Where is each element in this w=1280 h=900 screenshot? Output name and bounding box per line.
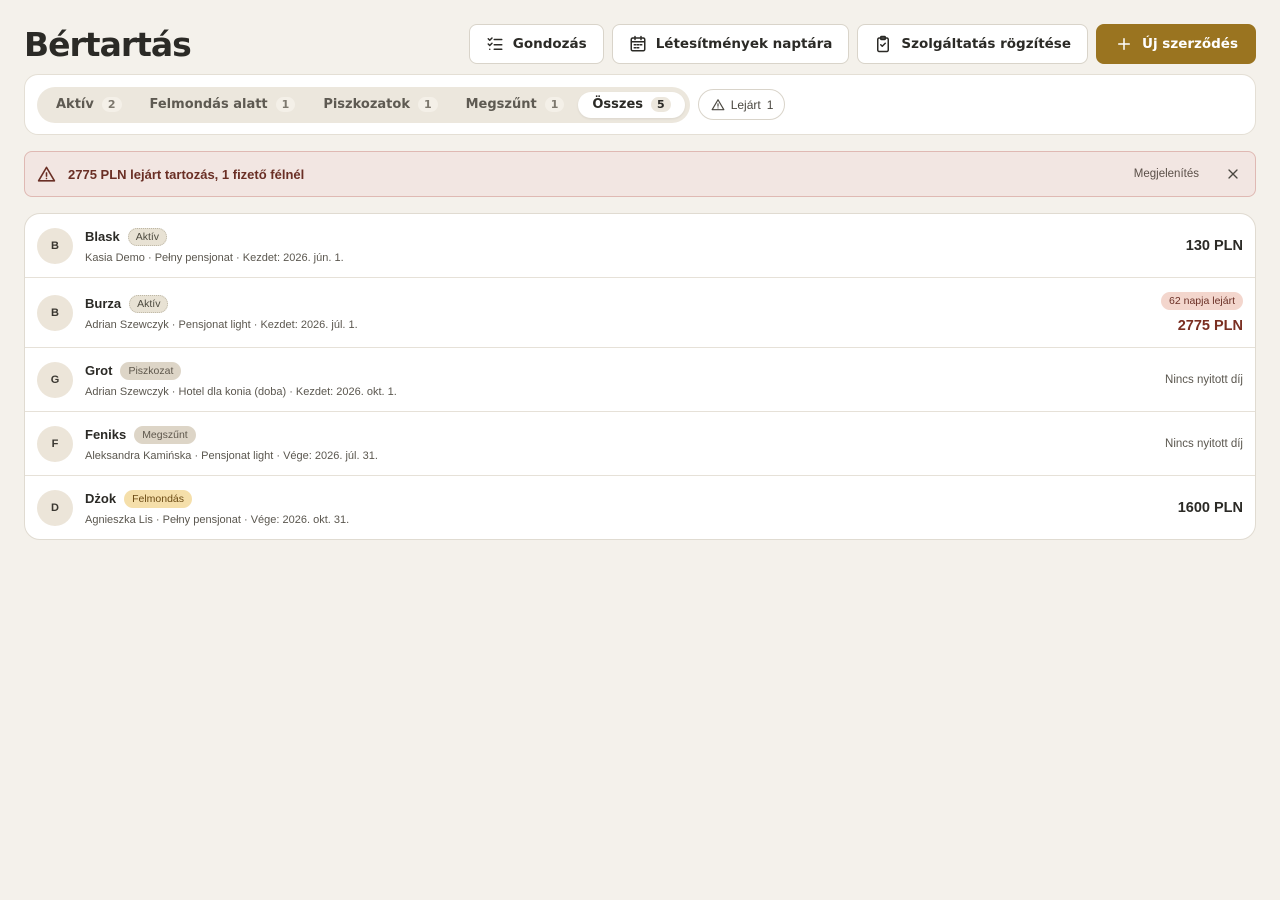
horse-name: Blask xyxy=(85,229,120,244)
contract-info: Blask Aktív Kasia Demo · Pełny pensjonat… xyxy=(85,227,1186,264)
tab-label: Aktív xyxy=(56,97,94,112)
avatar: B xyxy=(37,227,73,264)
list-item[interactable]: B Burza Aktív Adrian Szewczyk · Pensjona… xyxy=(25,278,1255,348)
header-actions: Gondozás Létesítmények naptára Szolgálta… xyxy=(468,24,1256,64)
contract-right: 130 PLN xyxy=(1186,238,1243,254)
tab-count: 1 xyxy=(275,97,296,112)
status-badge: Piszkozat xyxy=(120,361,182,380)
contract-meta: Adrian Szewczyk · Hotel dla konia (doba)… xyxy=(85,385,397,398)
contract-right: Nincs nyitott díj xyxy=(1165,374,1243,386)
close-icon[interactable] xyxy=(1225,166,1241,182)
tab-count: 1 xyxy=(417,97,438,112)
avatar: D xyxy=(37,489,73,526)
avatar: F xyxy=(37,425,73,462)
tab-label: Felmondás alatt xyxy=(149,97,268,112)
calendar-icon xyxy=(630,35,646,52)
tab-label: Összes xyxy=(592,97,644,112)
horse-name: Feniks xyxy=(85,427,127,442)
new-contract-button[interactable]: Új szerződés xyxy=(1096,24,1256,64)
list-item[interactable]: F Feniks Megszűnt Aleksandra Kamińska · … xyxy=(25,412,1255,476)
page-title: Bértartás xyxy=(24,24,192,64)
overdue-alert: 2775 PLN lejárt tartozás, 1 fizető félné… xyxy=(24,151,1256,197)
overdue-filter-chip[interactable]: Lejárt 1 xyxy=(697,89,786,120)
care-button-label: Gondozás xyxy=(512,36,587,52)
status-badge: Aktív xyxy=(129,294,169,313)
clipboard-check-icon xyxy=(877,35,890,53)
contract-meta: Adrian Szewczyk · Pensjonat light · Kezd… xyxy=(85,318,358,331)
contract-right: Nincs nyitott díj xyxy=(1165,438,1243,450)
amount: 2775 PLN xyxy=(1177,317,1243,334)
contract-meta: Agnieszka Lis · Pełny pensjonat · Vége: … xyxy=(85,513,350,526)
status-badge: Megszűnt xyxy=(134,425,196,444)
overdue-badge: 62 napja lejárt xyxy=(1161,291,1243,310)
checklist-icon xyxy=(487,37,503,50)
status-badge: Felmondás xyxy=(124,489,193,508)
amount: 130 PLN xyxy=(1185,237,1243,254)
no-open-fee: Nincs nyitott díj xyxy=(1165,373,1243,386)
status-tabs: Aktív 2 Felmondás alatt 1 Piszkozatok 1 … xyxy=(37,86,690,123)
contract-info: Dżok Felmondás Agnieszka Lis · Pełny pen… xyxy=(85,489,1178,526)
tab-count: 5 xyxy=(651,97,671,112)
list-item[interactable]: B Blask Aktív Kasia Demo · Pełny pensjon… xyxy=(25,214,1255,278)
alert-message: 2775 PLN lejárt tartozás, 1 fizető félné… xyxy=(68,166,305,182)
tab-label: Piszkozatok xyxy=(323,97,410,112)
horse-name: Dżok xyxy=(85,491,117,506)
new-contract-label: Új szerződés xyxy=(1142,36,1238,52)
page-header: Bértartás Gondozás Létesítmények naptára… xyxy=(24,24,1256,64)
contract-right: 1600 PLN xyxy=(1178,500,1243,516)
avatar: B xyxy=(37,294,73,331)
tab-all[interactable]: Összes 5 xyxy=(578,91,685,118)
horse-name: Grot xyxy=(85,363,113,378)
warning-icon xyxy=(711,98,725,110)
tab-count: 1 xyxy=(544,97,565,112)
horse-name: Burza xyxy=(85,296,122,311)
list-item[interactable]: G Grot Piszkozat Adrian Szewczyk · Hotel… xyxy=(25,348,1255,412)
tab-active[interactable]: Aktív 2 xyxy=(42,92,136,118)
contract-meta: Kasia Demo · Pełny pensjonat · Kezdet: 2… xyxy=(85,251,344,264)
contract-info: Burza Aktív Adrian Szewczyk · Pensjonat … xyxy=(85,294,1161,331)
filter-bar: Aktív 2 Felmondás alatt 1 Piszkozatok 1 … xyxy=(24,74,1256,135)
contract-info: Grot Piszkozat Adrian Szewczyk · Hotel d… xyxy=(85,361,1165,398)
list-item[interactable]: D Dżok Felmondás Agnieszka Lis · Pełny p… xyxy=(25,476,1255,539)
contract-meta: Aleksandra Kamińska · Pensjonat light · … xyxy=(85,449,378,462)
tab-ended[interactable]: Megszűnt 1 xyxy=(452,92,579,118)
contract-info: Feniks Megszűnt Aleksandra Kamińska · Pe… xyxy=(85,425,1165,462)
record-service-label: Szolgáltatás rögzítése xyxy=(901,36,1072,52)
contract-list: B Blask Aktív Kasia Demo · Pełny pensjon… xyxy=(24,213,1256,540)
alert-show-link[interactable]: Megjelenítés xyxy=(1134,168,1199,180)
no-open-fee: Nincs nyitott díj xyxy=(1165,437,1243,450)
care-button[interactable]: Gondozás xyxy=(468,24,604,64)
tab-count: 2 xyxy=(101,97,122,112)
overdue-chip-count: 1 xyxy=(766,97,774,112)
status-badge: Aktív xyxy=(127,227,168,246)
tab-notice[interactable]: Felmondás alatt 1 xyxy=(136,92,310,118)
facility-calendar-label: Létesítmények naptára xyxy=(655,36,833,52)
tab-drafts[interactable]: Piszkozatok 1 xyxy=(309,92,451,118)
tab-label: Megszűnt xyxy=(465,97,537,112)
overdue-chip-label: Lejárt xyxy=(730,97,761,112)
contract-right: 62 napja lejárt 2775 PLN xyxy=(1161,291,1243,334)
plus-icon xyxy=(1118,38,1131,50)
record-service-button[interactable]: Szolgáltatás rögzítése xyxy=(857,24,1089,64)
facility-calendar-button[interactable]: Létesítmények naptára xyxy=(611,24,850,64)
warning-icon xyxy=(37,166,56,182)
avatar: G xyxy=(37,361,73,398)
amount: 1600 PLN xyxy=(1177,499,1243,516)
